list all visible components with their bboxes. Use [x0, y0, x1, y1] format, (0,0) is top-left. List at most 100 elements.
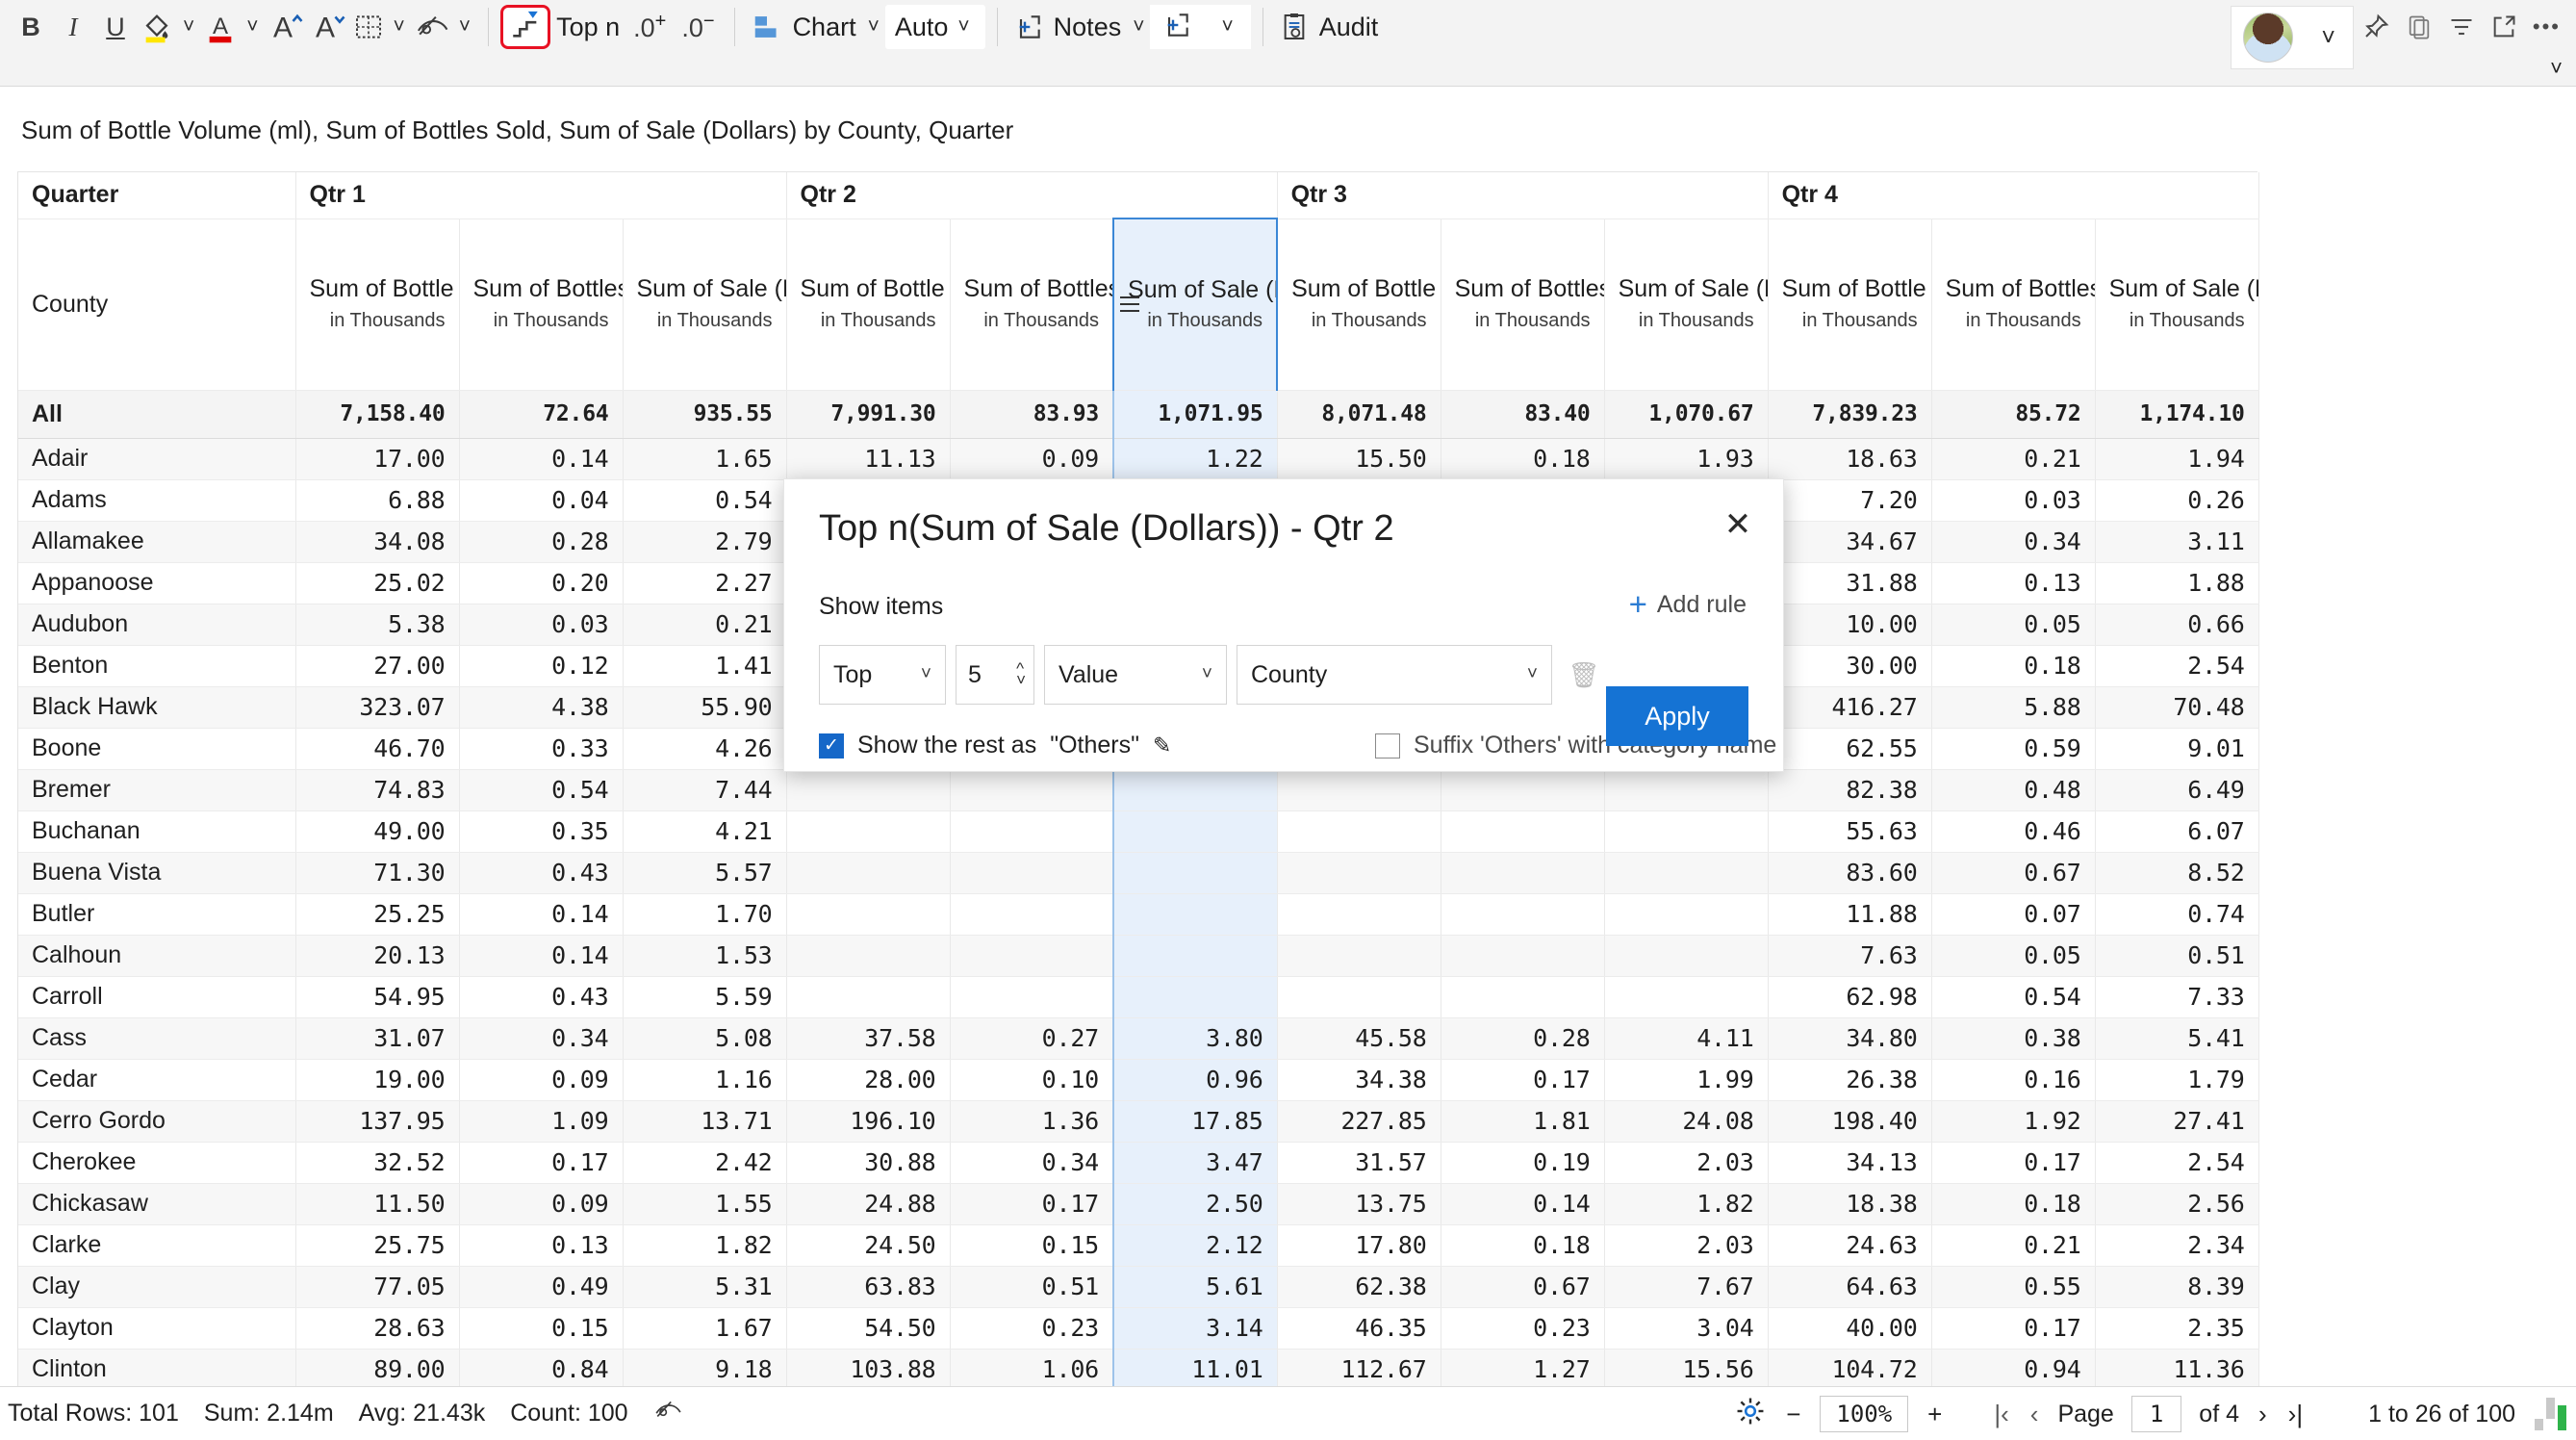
table-cell[interactable]	[950, 976, 1114, 1018]
table-cell[interactable]: 0.17	[459, 1142, 624, 1184]
table-cell[interactable]: 46.70	[295, 728, 460, 770]
conditional-format-chevron-down-icon[interactable]: ˅	[453, 15, 476, 39]
table-cell[interactable]: 85.72	[1931, 389, 2096, 439]
table-cell[interactable]: 54.95	[295, 976, 460, 1018]
table-cell[interactable]: 0.51	[950, 1266, 1114, 1308]
table-cell[interactable]: 0.21	[1931, 438, 2096, 480]
table-cell[interactable]	[1277, 976, 1441, 1018]
table-cell[interactable]: 935.55	[623, 389, 787, 439]
table-cell[interactable]: 3.80	[1112, 1017, 1278, 1060]
table-cell[interactable]: 0.33	[459, 728, 624, 770]
table-cell[interactable]	[1277, 893, 1441, 936]
table-cell[interactable]: 31.57	[1277, 1142, 1441, 1184]
conditional-format-button[interactable]	[411, 6, 453, 48]
table-cell[interactable]: 0.21	[623, 604, 787, 646]
table-cell[interactable]	[1604, 935, 1769, 977]
table-cell[interactable]: 0.26	[2095, 479, 2259, 522]
table-cell[interactable]: 0.28	[1441, 1017, 1605, 1060]
notes-button[interactable]	[1009, 6, 1048, 48]
table-row[interactable]: Clinton 89.00 0.84 9.18 103.88 1.06 11.01 112.6…	[18, 1349, 2259, 1391]
decrease-decimal-button[interactable]: .0−	[674, 6, 722, 48]
auto-dropdown[interactable]: Auto ˅	[884, 5, 985, 49]
table-cell[interactable]: 137.95	[295, 1100, 460, 1143]
table-cell[interactable]: 1.79	[2095, 1059, 2259, 1101]
table-cell[interactable]: 0.54	[1931, 976, 2096, 1018]
table-cell[interactable]: 11.01	[1112, 1349, 1278, 1391]
table-cell[interactable]: 7.33	[2095, 976, 2259, 1018]
italic-button[interactable]: I	[52, 6, 94, 48]
table-cell[interactable]: 7,991.30	[786, 389, 951, 439]
table-cell[interactable]: 0.55	[1931, 1266, 2096, 1308]
table-cell[interactable]: 0.84	[459, 1349, 624, 1391]
measure-header-q3-bottles-sold[interactable]: Sum of Bottles Sold in Thousands	[1441, 219, 1605, 391]
table-cell[interactable]: 18.38	[1768, 1183, 1932, 1225]
last-page-button[interactable]: ›|	[2286, 1400, 2305, 1429]
row-header-county[interactable]: Clarke	[18, 1224, 296, 1267]
first-page-button[interactable]: |‹	[1992, 1400, 2010, 1429]
table-cell[interactable]: 24.88	[786, 1183, 951, 1225]
table-cell[interactable]: 31.88	[1768, 562, 1932, 604]
table-cell[interactable]: 1,070.67	[1604, 389, 1769, 439]
table-cell[interactable]: 3.04	[1604, 1307, 1769, 1350]
table-cell[interactable]: 2.34	[2095, 1224, 2259, 1267]
increase-font-size-button[interactable]: A	[265, 6, 307, 48]
top-n-button[interactable]	[500, 5, 551, 49]
table-cell[interactable]: 0.46	[1931, 810, 2096, 853]
table-cell[interactable]: 1.16	[623, 1059, 787, 1101]
show-rest-checkbox[interactable]: ✓	[819, 733, 844, 759]
table-cell[interactable]: 1.82	[1604, 1183, 1769, 1225]
table-row[interactable]: Clay 77.05 0.49 5.31 63.83 0.51 5.61 62.38 0.67 7…	[18, 1266, 2259, 1308]
table-cell[interactable]	[786, 810, 951, 853]
table-row[interactable]: Calhoun 20.13 0.14 1.53 7.63 0.05 0.51	[18, 935, 2259, 977]
table-cell[interactable]: 63.83	[786, 1266, 951, 1308]
table-cell[interactable]: 112.67	[1277, 1349, 1441, 1391]
table-cell[interactable]: 0.09	[950, 438, 1114, 480]
table-cell[interactable]: 0.54	[623, 479, 787, 522]
edit-pencil-icon[interactable]: ✎	[1153, 733, 1171, 759]
table-cell[interactable]: 0.03	[1931, 479, 2096, 522]
table-cell[interactable]	[1441, 810, 1605, 853]
measure-header-q4-bottle-volume[interactable]: Sum of Bottle Volume (ml) in Thousands	[1768, 219, 1932, 391]
table-cell[interactable]: 0.17	[1931, 1142, 2096, 1184]
table-row-total[interactable]: All 7,158.40 72.64 935.55 7,991.30 83.93 1,071…	[18, 389, 2259, 439]
table-row[interactable]: Clarke 25.75 0.13 1.82 24.50 0.15 2.12 17.80 0.1…	[18, 1224, 2259, 1267]
field-select[interactable]: County ˅	[1237, 645, 1552, 705]
table-cell[interactable]: 30.00	[1768, 645, 1932, 687]
row-header-county[interactable]: Cass	[18, 1017, 296, 1060]
zoom-in-button[interactable]: +	[1926, 1400, 1944, 1429]
table-cell[interactable]	[786, 935, 951, 977]
table-cell[interactable]: 0.66	[2095, 604, 2259, 646]
table-cell[interactable]: 0.12	[459, 645, 624, 687]
fill-color-chevron-down-icon[interactable]: ˅	[177, 15, 200, 39]
bar-chart-icon[interactable]	[2535, 1398, 2566, 1430]
audit-button[interactable]	[1275, 6, 1314, 48]
font-color-chevron-down-icon[interactable]: ˅	[241, 15, 264, 39]
table-cell[interactable]: 0.67	[1441, 1266, 1605, 1308]
table-cell[interactable]: 37.58	[786, 1017, 951, 1060]
table-cell[interactable]: 2.50	[1112, 1183, 1278, 1225]
more-options-button[interactable]: •••	[2525, 6, 2568, 48]
table-cell[interactable]: 196.10	[786, 1100, 951, 1143]
table-cell[interactable]: 1.53	[623, 935, 787, 977]
table-cell[interactable]: 7.44	[623, 769, 787, 811]
table-cell[interactable]: 30.88	[786, 1142, 951, 1184]
table-cell[interactable]: 1.55	[623, 1183, 787, 1225]
table-cell[interactable]: 40.00	[1768, 1307, 1932, 1350]
table-row[interactable]: Cerro Gordo 137.95 1.09 13.71 196.10 1.36 17.8…	[18, 1100, 2259, 1143]
gear-icon[interactable]	[1734, 1395, 1767, 1434]
row-header-county[interactable]: Appanoose	[18, 562, 296, 604]
chart-chevron-down-icon[interactable]: ˅	[862, 15, 885, 39]
table-cell[interactable]: 1.65	[623, 438, 787, 480]
table-cell[interactable]	[950, 810, 1114, 853]
table-cell[interactable]: 5.38	[295, 604, 460, 646]
table-cell[interactable]: 9.01	[2095, 728, 2259, 770]
table-cell[interactable]: 0.54	[459, 769, 624, 811]
suffix-others-checkbox[interactable]	[1375, 733, 1400, 759]
row-header-county[interactable]: Butler	[18, 893, 296, 936]
table-cell[interactable]: 0.10	[950, 1059, 1114, 1101]
measure-header-q3-bottle-volume[interactable]: Sum of Bottle Volume (ml) in Thousands	[1277, 219, 1441, 391]
table-cell[interactable]	[1112, 893, 1278, 936]
table-cell[interactable]	[1441, 852, 1605, 894]
table-cell[interactable]: 20.13	[295, 935, 460, 977]
table-cell[interactable]: 1.70	[623, 893, 787, 936]
